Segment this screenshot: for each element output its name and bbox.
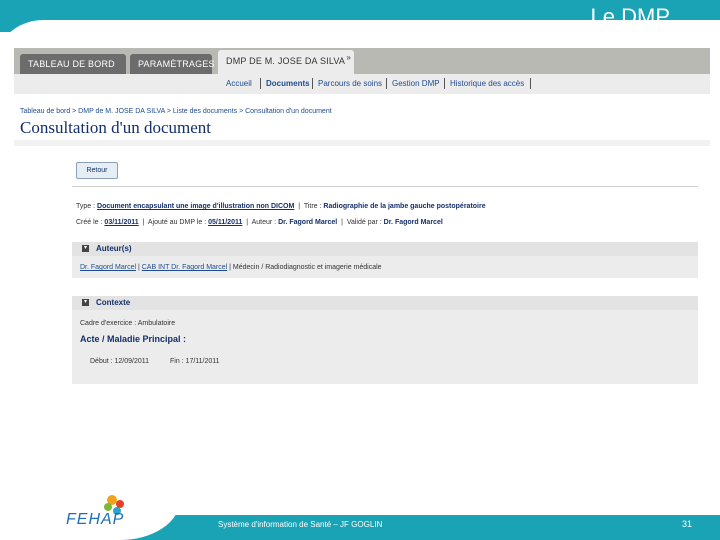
valide-value: Dr. Fagord Marcel [383,219,443,226]
doc-dates-line: Créé le : 03/11/2011 | Ajouté au DMP le … [76,219,443,226]
specialty-text: Médecin / Radiodiagnostic et imagerie mé… [232,264,382,271]
subnav-documents[interactable]: Documents [266,79,310,88]
document-panel: Retour Type : Document encapsulant une i… [72,158,698,384]
ajoute-label: Ajouté au DMP le : [147,219,207,226]
breadcrumb[interactable]: Tableau de bord > DMP de M. JOSE DA SILV… [20,108,332,115]
tab-dmp-label: DMP DE M. JOSE DA SILVA [226,56,346,66]
auteurs-heading: Auteur(s) [96,244,132,253]
ajoute-value[interactable]: 05/11/2011 [208,219,242,226]
divider-strip [14,140,710,146]
footer-text: Système d'information de Santé – JF GOGL… [218,520,383,529]
tab-tableau-de-bord[interactable]: TABLEAU DE BORD [20,54,126,74]
collapse-icon[interactable]: ▾ [82,299,89,306]
acte-heading: Acte / Maladie Principal : [80,334,187,344]
auteurs-section-body: Dr. Fagord Marcel | CAB INT Dr. Fagord M… [72,256,698,278]
doc-type-line: Type : Document encapsulant une image d'… [76,203,486,210]
subnav-gestion-dmp[interactable]: Gestion DMP [392,79,440,88]
cree-value[interactable]: 03/11/2011 [104,219,138,226]
cree-label: Créé le : [76,219,103,226]
collapse-icon[interactable]: ▾ [82,245,89,252]
separator [386,78,387,89]
valide-label: Validé par : [346,219,382,226]
tab-dmp-patient[interactable]: DMP DE M. JOSE DA SILVA » [218,50,354,74]
contexte-heading: Contexte [96,298,131,307]
dmp-screenshot: TABLEAU DE BORD PARAMÈTRAGES DMP DE M. J… [14,48,710,388]
tabs-bar: TABLEAU DE BORD PARAMÈTRAGES DMP DE M. J… [14,48,710,74]
contexte-section-header[interactable]: ▾ Contexte [72,296,698,310]
sub-navigation: Accueil Documents Parcours de soins Gest… [14,74,710,94]
cadre-exercice: Cadre d'exercice : Ambulatoire [80,320,176,327]
subnav-accueil[interactable]: Accueil [226,79,252,88]
page-title: Consultation d'un document [20,118,211,137]
tab-parametrages[interactable]: PARAMÈTRAGES [130,54,215,74]
separator [444,78,445,89]
separator [530,78,531,89]
slide-title: Le DMP [590,4,670,29]
divider [72,186,698,187]
auteur-label: Auteur : [251,219,277,226]
contexte-section-body: Cadre d'exercice : Ambulatoire Acte / Ma… [72,310,698,384]
retour-button[interactable]: Retour [76,162,118,179]
fehap-logo: FEHAP [66,492,136,532]
auteur-link[interactable]: Dr. Fagord Marcel [80,264,136,271]
titre-value: Radiographie de la jambe gauche postopér… [323,203,486,210]
type-label: Type : [76,203,96,210]
auteurs-section-header[interactable]: ▾ Auteur(s) [72,242,698,256]
separator [260,78,261,89]
page-number: 31 [681,519,692,529]
debut-date: Début : 12/09/2011 [90,358,150,365]
subnav-parcours[interactable]: Parcours de soins [318,79,382,88]
separator [312,78,313,89]
titre-label: Titre : [303,203,322,210]
close-icon[interactable]: » [346,47,351,69]
type-value[interactable]: Document encapsulant une image d'illustr… [97,203,294,210]
subnav-historique[interactable]: Historique des accès [450,79,524,88]
logo-text: FEHAP [66,511,125,528]
cabinet-link[interactable]: CAB INT Dr. Fagord Marcel [142,264,227,271]
auteur-value: Dr. Fagord Marcel [278,219,338,226]
auteur-row: Dr. Fagord Marcel | CAB INT Dr. Fagord M… [80,264,382,271]
fin-date: Fin : 17/11/2011 [170,358,220,365]
